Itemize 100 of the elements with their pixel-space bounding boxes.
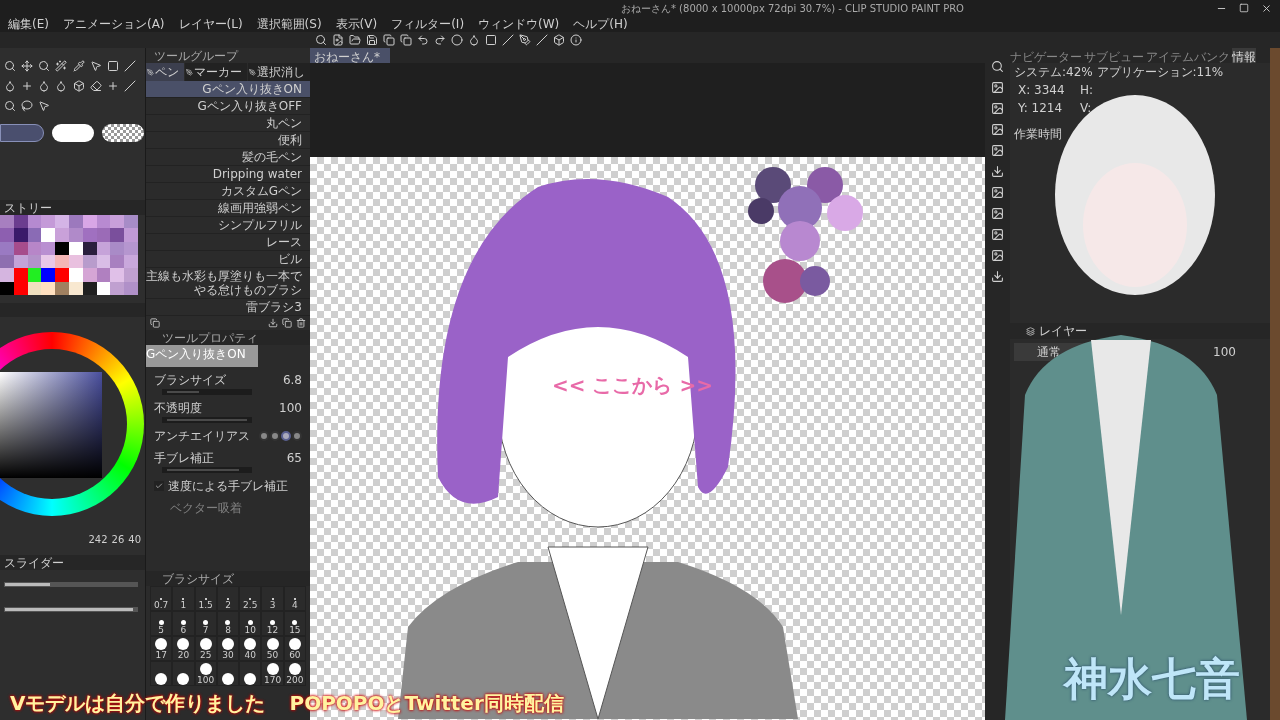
brush-item[interactable]: 便利 xyxy=(146,132,310,149)
toolbar-icon[interactable] xyxy=(349,34,361,46)
brush-size-cell[interactable]: 1 xyxy=(172,586,195,611)
panel-icon[interactable] xyxy=(991,144,1004,157)
tool-icon[interactable] xyxy=(21,100,34,112)
brush-size-cell[interactable]: 7 xyxy=(194,611,217,636)
panel-icon[interactable] xyxy=(991,186,1004,199)
panel-icon[interactable] xyxy=(991,249,1004,262)
tool-icon[interactable] xyxy=(89,60,102,72)
maximize-icon[interactable] xyxy=(1239,3,1249,13)
panel-tab[interactable]: ストリー xyxy=(0,198,56,217)
toolbar-icon[interactable] xyxy=(434,34,446,46)
tool-icon[interactable] xyxy=(72,60,85,72)
tool-icon[interactable] xyxy=(21,60,34,72)
menu-item[interactable]: レイヤー(L) xyxy=(178,15,243,33)
antialias-option[interactable] xyxy=(270,431,280,441)
tool-tab[interactable]: マーカー xyxy=(185,63,247,81)
brush-size-cell[interactable]: 40 xyxy=(239,636,262,661)
toolbar-icon[interactable] xyxy=(485,34,497,46)
menu-item[interactable]: ヘルプ(H) xyxy=(573,15,628,33)
brush-size-cell[interactable]: 8 xyxy=(216,611,240,636)
layer-opacity-value[interactable]: 100 xyxy=(1213,343,1236,361)
duplicate-icon[interactable] xyxy=(282,318,292,328)
toolbar-icon[interactable] xyxy=(417,34,429,46)
tool-icon[interactable] xyxy=(55,80,68,92)
antialias-option[interactable] xyxy=(281,431,291,441)
menu-item[interactable]: アニメーション(A) xyxy=(62,15,165,33)
panel-icon[interactable] xyxy=(991,270,1004,283)
color-square[interactable] xyxy=(0,372,102,478)
checkbox[interactable] xyxy=(154,481,164,491)
toolbar-icon[interactable] xyxy=(570,34,582,46)
brush-item[interactable]: ビル xyxy=(146,251,310,268)
menu-item[interactable]: フィルター(I) xyxy=(391,15,465,33)
brush-item[interactable]: Gペン入り抜きON xyxy=(146,81,310,98)
brush-size-cell[interactable]: 2 xyxy=(216,586,240,611)
panel-icon[interactable] xyxy=(991,123,1004,136)
brush-item[interactable]: カスタムGペン xyxy=(146,183,310,200)
toolbar-icon[interactable] xyxy=(519,34,531,46)
brush-item[interactable]: 雷ブラシ3 xyxy=(146,299,310,316)
brush-size-cell[interactable]: 1.5 xyxy=(194,586,217,611)
brush-item[interactable]: レース xyxy=(146,234,310,251)
tool-icon[interactable] xyxy=(72,80,85,92)
tool-tab[interactable]: ペン xyxy=(146,63,184,81)
tool-icon[interactable] xyxy=(55,60,68,72)
brush-size-cell[interactable]: 30 xyxy=(216,636,240,661)
tool-icon[interactable] xyxy=(38,100,51,112)
delete-icon[interactable] xyxy=(296,318,306,328)
brush-size-cell[interactable]: 50 xyxy=(261,636,284,661)
canvas-tab[interactable]: おねーさん* xyxy=(310,48,390,63)
brush-size-cell[interactable]: 15 xyxy=(283,611,306,636)
tool-icon[interactable] xyxy=(89,80,102,92)
panel-tab[interactable]: スライダー xyxy=(0,553,68,572)
menu-item[interactable]: 選択範囲(S) xyxy=(256,15,322,33)
tool-tab[interactable]: 選択消し xyxy=(248,63,310,81)
download-icon[interactable] xyxy=(268,318,278,328)
toolbar-icon[interactable] xyxy=(451,34,463,46)
brush-size-cell[interactable]: 2.5 xyxy=(239,586,262,611)
antialias-option[interactable] xyxy=(259,431,269,441)
brush-item[interactable]: シンプルフリル xyxy=(146,217,310,234)
close-icon[interactable] xyxy=(1261,2,1272,14)
brush-size-cell[interactable]: 20 xyxy=(172,636,195,661)
brush-size-cell[interactable]: 5 xyxy=(150,611,173,636)
brush-size-cell[interactable]: 25 xyxy=(194,636,217,661)
tool-icon[interactable] xyxy=(38,60,51,72)
brush-size-cell[interactable]: 10 xyxy=(239,611,262,636)
brush-item[interactable]: 線画用強弱ペン xyxy=(146,200,310,217)
info-tab[interactable]: 情報 xyxy=(1232,48,1256,63)
toolbar-icon[interactable] xyxy=(468,34,480,46)
brush-size-cell[interactable] xyxy=(239,661,262,686)
brush-size-cell[interactable]: 3 xyxy=(261,586,284,611)
tool-icon[interactable] xyxy=(4,100,16,112)
color-slider[interactable] xyxy=(4,582,138,587)
menu-item[interactable]: 表示(V) xyxy=(335,15,378,33)
antialias-option[interactable] xyxy=(292,431,302,441)
brush-size-cell[interactable] xyxy=(172,661,195,686)
brush-size-cell[interactable]: 4 xyxy=(283,586,306,611)
panel-icon[interactable] xyxy=(991,60,1004,73)
tool-icon[interactable] xyxy=(38,80,51,92)
panel-icon[interactable] xyxy=(991,165,1004,178)
menu-item[interactable]: ウィンドウ(W) xyxy=(478,15,560,33)
tool-icon[interactable] xyxy=(123,80,136,92)
toolbar-icon[interactable] xyxy=(315,34,327,46)
toolbar-icon[interactable] xyxy=(553,34,565,46)
toolbar-icon[interactable] xyxy=(366,34,378,46)
brush-item[interactable]: Gペン入り抜きOFF xyxy=(146,98,310,115)
toolbar-icon[interactable] xyxy=(332,34,344,46)
menu-item[interactable]: 編集(E) xyxy=(8,15,49,33)
property-value[interactable]: 6.8 xyxy=(282,371,302,389)
toolbar-icon[interactable] xyxy=(502,34,514,46)
info-tab[interactable]: ナビゲーター xyxy=(1010,48,1082,63)
tool-icon[interactable] xyxy=(123,60,136,72)
brush-size-cell[interactable]: 170 xyxy=(261,661,284,686)
brush-item[interactable]: Dripping water xyxy=(146,166,310,183)
info-tab[interactable]: アイテムバンク xyxy=(1146,48,1230,63)
sub-color-swatch[interactable] xyxy=(52,124,94,142)
main-color-swatch[interactable] xyxy=(0,124,44,142)
panel-tab[interactable]: レイヤー xyxy=(1039,322,1087,340)
tool-icon[interactable] xyxy=(106,80,119,92)
brush-item[interactable]: 丸ペン xyxy=(146,115,310,132)
toolbar-icon[interactable] xyxy=(400,34,412,46)
